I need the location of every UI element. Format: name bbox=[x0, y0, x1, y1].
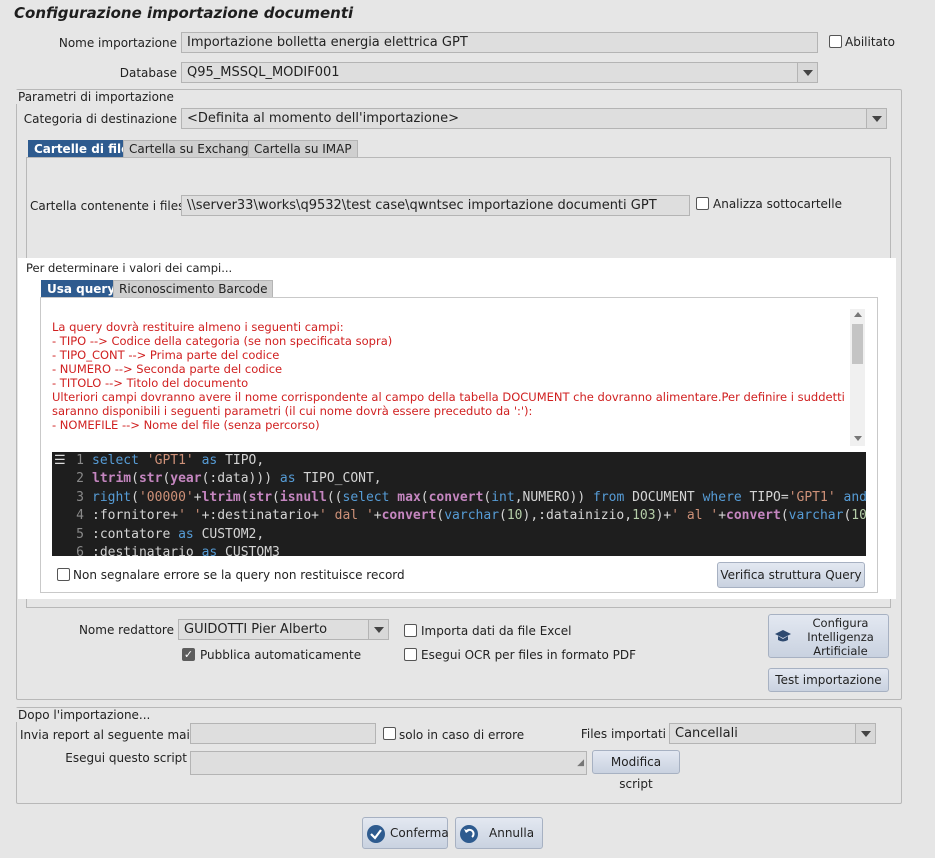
scroll-up-icon[interactable] bbox=[854, 312, 862, 317]
configura-ai-line: Artificiale bbox=[813, 644, 868, 658]
invia-email-input[interactable] bbox=[190, 723, 376, 744]
importa-excel-checkbox[interactable] bbox=[404, 624, 417, 637]
menu-icon[interactable]: ☰ bbox=[54, 452, 66, 470]
redattore-select[interactable]: GUIDOTTI Pier Alberto bbox=[178, 619, 389, 640]
pubblica-checkbox[interactable]: ✓ bbox=[182, 648, 195, 661]
parametri-group-label: Parametri di importazione bbox=[16, 90, 176, 104]
check-circle-icon bbox=[367, 825, 385, 843]
database-label: Database bbox=[119, 66, 177, 80]
dopo-group-label: Dopo l'importazione... bbox=[16, 708, 153, 722]
database-select[interactable]: Q95_MSSQL_MODIF001 bbox=[181, 62, 818, 83]
configura-ai-line: Intelligenza bbox=[807, 630, 874, 644]
conferma-label: Conferma bbox=[390, 826, 449, 840]
categoria-select[interactable]: <Definita al momento dell'importazione> bbox=[181, 108, 887, 129]
line-number: ☰ 1 bbox=[52, 452, 92, 470]
tab-cartelle-di-file[interactable]: Cartelle di file bbox=[28, 140, 136, 158]
chevron-down-icon[interactable] bbox=[855, 724, 875, 743]
chevron-down-icon[interactable] bbox=[368, 620, 388, 639]
info-line: - TIPO --> Codice della categoria (se no… bbox=[52, 334, 393, 348]
no-error-checkbox[interactable] bbox=[57, 568, 70, 581]
redattore-label: Nome redattore bbox=[78, 623, 174, 637]
pubblica-label: Pubblica automaticamente bbox=[200, 648, 362, 662]
cartella-input[interactable]: \\server33\works\q9532\test case\qwntsec… bbox=[181, 195, 690, 216]
annulla-label: Annulla bbox=[489, 826, 535, 840]
cartella-label: Cartella contenente i files bbox=[30, 199, 185, 213]
info-line: saranno disponibili i seguenti parametri… bbox=[52, 404, 533, 418]
chevron-down-icon[interactable] bbox=[866, 109, 886, 128]
database-value: Q95_MSSQL_MODIF001 bbox=[187, 65, 340, 80]
line-number: 6 bbox=[76, 544, 84, 556]
invia-label: Invia report al seguente mail bbox=[20, 728, 194, 742]
redattore-value: GUIDOTTI Pier Alberto bbox=[184, 622, 328, 637]
modifica-script-button[interactable]: Modifica script bbox=[592, 750, 680, 791]
configura-ai-line: Configura bbox=[812, 616, 869, 630]
annulla-button[interactable]: Annulla bbox=[455, 817, 543, 849]
analizza-sottocartelle-label: Analizza sottocartelle bbox=[713, 197, 842, 211]
configura-ai-button[interactable]: Configura Intelligenza Artificiale bbox=[768, 614, 889, 658]
files-importati-value: Cancellali bbox=[675, 726, 738, 741]
code-line: 6:destinatario as CUSTOM3 bbox=[52, 544, 866, 556]
esegui-ocr-checkbox[interactable] bbox=[404, 648, 417, 661]
info-line: - NOMEFILE --> Nome del file (senza perc… bbox=[52, 418, 320, 432]
script-textarea[interactable]: ◢ bbox=[190, 751, 587, 775]
abilitato-checkbox[interactable] bbox=[829, 35, 842, 48]
code-line: 5:contatore as CUSTOM2, bbox=[52, 526, 866, 544]
info-line: - TITOLO --> Titolo del documento bbox=[52, 376, 249, 390]
nome-importazione-input[interactable]: Importazione bolletta energia elettrica … bbox=[181, 32, 818, 53]
abilitato-label: Abilitato bbox=[845, 35, 895, 49]
scroll-thumb[interactable] bbox=[852, 324, 863, 364]
test-importazione-button[interactable]: Test importazione bbox=[768, 668, 889, 692]
tab-usa-query[interactable]: Usa query bbox=[41, 280, 122, 298]
undo-circle-icon bbox=[460, 825, 478, 843]
analizza-sottocartelle-checkbox[interactable] bbox=[696, 197, 709, 210]
categoria-label: Categoria di destinazione bbox=[23, 112, 177, 126]
files-importati-select[interactable]: Cancellali bbox=[669, 723, 876, 744]
conferma-button[interactable]: Conferma bbox=[362, 817, 449, 849]
info-scrollbar[interactable] bbox=[850, 309, 865, 446]
valori-group-label: Per determinare i valori dei campi... bbox=[26, 261, 233, 275]
esegui-ocr-label: Esegui OCR per files in formato PDF bbox=[421, 648, 636, 662]
resize-grip-icon[interactable]: ◢ bbox=[577, 754, 584, 773]
code-line: 4:fornitore+' '+:destinatario+' dal '+co… bbox=[52, 507, 866, 525]
solo-errore-checkbox[interactable] bbox=[383, 727, 396, 740]
nome-importazione-label: Nome importazione bbox=[58, 36, 177, 50]
script-label: Esegui questo script bbox=[65, 751, 187, 765]
no-error-label: Non segnalare errore se la query non res… bbox=[73, 568, 405, 582]
graduation-cap-icon bbox=[775, 630, 791, 642]
line-number: 5 bbox=[76, 526, 84, 542]
tab-cartella-exchange[interactable]: Cartella su Exchange bbox=[123, 140, 262, 158]
info-line: La query dovrà restituire almeno i segue… bbox=[52, 320, 344, 334]
query-info-text: La query dovrà restituire almeno i segue… bbox=[52, 320, 848, 446]
verifica-query-button[interactable]: Verifica struttura Query bbox=[717, 562, 865, 588]
info-line: Ulteriori campi dovranno avere il nome c… bbox=[52, 390, 848, 404]
query-code-editor[interactable]: ☰ 1 select 'GPT1' as TIPO, 2 ltrim(str(year… bbox=[52, 452, 866, 556]
info-line: - NUMERO --> Seconda parte del codice bbox=[52, 362, 283, 376]
importa-excel-label: Importa dati da file Excel bbox=[421, 624, 572, 638]
line-number: 4 bbox=[76, 508, 84, 524]
line-number: 2 bbox=[76, 471, 84, 487]
line-number: 3 bbox=[76, 489, 84, 505]
chevron-down-icon[interactable] bbox=[797, 63, 817, 82]
code-line: 3 right('00000'+ltrim(str(isnull((select … bbox=[52, 489, 866, 507]
code-line: 2 ltrim(str(year(:data))) as TIPO_CONT, bbox=[52, 470, 866, 488]
tab-riconoscimento-barcode[interactable]: Riconoscimento Barcode bbox=[113, 280, 274, 298]
files-importati-label: Files importati bbox=[580, 727, 666, 741]
info-line: - TIPO_CONT --> Prima parte del codice bbox=[52, 348, 280, 362]
scroll-down-icon[interactable] bbox=[854, 436, 862, 441]
categoria-value: <Definita al momento dell'importazione> bbox=[187, 111, 460, 126]
solo-errore-label: solo in caso di errore bbox=[399, 728, 525, 742]
code-line: ☰ 1 select 'GPT1' as TIPO, bbox=[52, 452, 866, 470]
tab-cartella-imap[interactable]: Cartella su IMAP bbox=[248, 140, 358, 158]
dialog-title: Configurazione importazione documenti bbox=[14, 4, 354, 22]
